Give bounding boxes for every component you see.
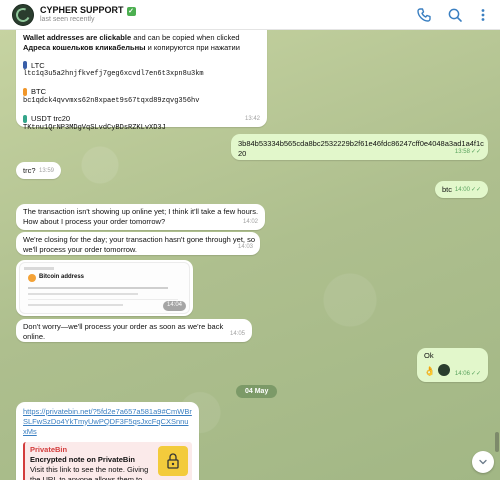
search-icon[interactable] bbox=[447, 7, 463, 23]
chevron-down-icon bbox=[479, 459, 487, 465]
message-time: 14:02 bbox=[242, 219, 258, 226]
chat-header: CYPHER SUPPORT ✓ last seen recently bbox=[0, 0, 500, 30]
closing-message[interactable]: We're closing for the day; your transact… bbox=[16, 232, 260, 255]
privatebin-message[interactable]: https://privatebin.net/?5fd2e7a657a581a9… bbox=[16, 402, 199, 480]
ok-message[interactable]: Ok 👌 14:06✓✓ bbox=[417, 348, 488, 382]
usdt-coin-icon bbox=[23, 115, 27, 124]
sender-avatar bbox=[438, 364, 450, 376]
image-line bbox=[28, 304, 123, 306]
read-checkmarks-icon: ✓✓ bbox=[470, 149, 481, 156]
wallets-line-en-rest: and can be copied when clicked bbox=[131, 33, 240, 42]
date-divider: 04 May bbox=[236, 385, 278, 398]
wallets-line-ru: Адреса кошельков кликабельны и копируютс… bbox=[23, 43, 260, 53]
image-line bbox=[28, 293, 138, 295]
wallets-line-en-bold: Wallet addresses are clickable bbox=[23, 33, 132, 42]
preview-description: Visit this link to see the note. Giving … bbox=[30, 464, 149, 480]
preview-title: Encrypted note on PrivateBin bbox=[30, 455, 136, 464]
wallets-line-ru-bold: Адреса кошельков кликабельны bbox=[23, 42, 146, 52]
closing-text: We're closing for the day; your transact… bbox=[23, 235, 256, 254]
ok-hand-emoji-icon: 👌 bbox=[424, 366, 436, 376]
btc-text: btc bbox=[442, 185, 453, 194]
message-time: 14:06✓✓ bbox=[455, 371, 481, 379]
screenshot-message[interactable]: Bitcoin address 14:04 bbox=[16, 260, 193, 316]
privatebin-link[interactable]: https://privatebin.net/?5fd2e7a657a581a9… bbox=[23, 407, 192, 436]
message-time: 14:04 bbox=[162, 301, 186, 311]
message-time-text: 14:00 bbox=[454, 187, 470, 194]
message-time: 14:03 bbox=[237, 244, 253, 251]
read-checkmarks-icon: ✓✓ bbox=[470, 187, 481, 194]
coin-usdt: USDT trc20 bbox=[23, 114, 260, 124]
message-time: 14:05 bbox=[229, 331, 245, 338]
not-showing-message[interactable]: The transaction isn't showing up online … bbox=[16, 204, 265, 230]
wallets-line-ru-rest: и копируются при нажатии bbox=[145, 42, 240, 52]
trc-message[interactable]: trc? 13:59 bbox=[16, 162, 61, 179]
scrollbar-thumb[interactable] bbox=[495, 432, 499, 452]
not-showing-text: The transaction isn't showing up online … bbox=[23, 207, 259, 226]
privatebin-lock-icon bbox=[158, 446, 188, 477]
message-list[interactable]: Wallet addresses are clickable and can b… bbox=[0, 30, 500, 480]
image-divider bbox=[28, 299, 178, 300]
bitcoin-logo-icon bbox=[28, 274, 36, 282]
message-time-text: 14:06 bbox=[454, 371, 470, 378]
link-preview[interactable]: PrivateBin Encrypted note on PrivateBin … bbox=[23, 442, 192, 480]
message-time: 14:00✓✓ bbox=[455, 187, 481, 195]
verified-badge-icon: ✓ bbox=[126, 7, 136, 16]
coin-ltc-label: LTC bbox=[31, 60, 45, 70]
message-time: 13:59 bbox=[38, 168, 54, 175]
preview-site-name: PrivateBin bbox=[30, 445, 68, 455]
ok-text: Ok bbox=[424, 351, 434, 360]
hash-message[interactable]: 3b84b53334b565cda8bc2532229b2f61e46fdc86… bbox=[231, 134, 488, 160]
dont-worry-message[interactable]: Don't worry—we'll process your order as … bbox=[16, 319, 252, 342]
trc-text: trc? bbox=[23, 166, 36, 175]
coin-btc: BTC bbox=[23, 87, 260, 97]
read-checkmarks-icon: ✓✓ bbox=[470, 371, 481, 378]
dont-worry-text: Don't worry—we'll process your order as … bbox=[23, 322, 224, 341]
usdt-address[interactable]: TKtnu1QrNP3MDgVqSLvdCyBDsRZKLvXD3J bbox=[23, 124, 260, 133]
image-line bbox=[28, 287, 168, 289]
btc-message[interactable]: btc 14:00✓✓ bbox=[435, 181, 488, 198]
wallets-line-en: Wallet addresses are clickable and can b… bbox=[23, 33, 260, 43]
more-vertical-icon[interactable] bbox=[475, 7, 491, 23]
image-title: Bitcoin address bbox=[39, 274, 85, 280]
message-time: 13:58✓✓ bbox=[455, 149, 481, 157]
image-bar bbox=[24, 267, 54, 270]
btc-coin-icon bbox=[23, 88, 27, 97]
wallets-message[interactable]: Wallet addresses are clickable and can b… bbox=[16, 30, 267, 132]
ltc-address[interactable]: ltc1q3u5a2hnjfkvefj7geg6xcvdl7en6t3xpn8u… bbox=[23, 70, 260, 79]
message-time: 13:42 bbox=[244, 116, 260, 123]
contact-name[interactable]: CYPHER SUPPORT ✓ bbox=[40, 5, 136, 16]
btc-address[interactable]: bc1qdck4qvvmxs62n8xpaet9s67tqxd89zqvg356… bbox=[23, 97, 260, 106]
phone-icon[interactable] bbox=[416, 7, 432, 23]
coin-btc-label: BTC bbox=[31, 87, 46, 97]
contact-status: last seen recently bbox=[40, 16, 95, 23]
hash-text: 3b84b53334b565cda8bc2532229b2f61e46fdc86… bbox=[238, 139, 484, 158]
coin-ltc: LTC bbox=[23, 61, 260, 71]
contact-avatar[interactable] bbox=[12, 4, 34, 26]
ltc-coin-icon bbox=[23, 61, 27, 70]
coin-usdt-label: USDT trc20 bbox=[31, 114, 71, 124]
message-time-text: 13:58 bbox=[454, 149, 470, 156]
scroll-down-button[interactable] bbox=[472, 451, 494, 473]
contact-name-text: CYPHER SUPPORT bbox=[40, 5, 124, 15]
